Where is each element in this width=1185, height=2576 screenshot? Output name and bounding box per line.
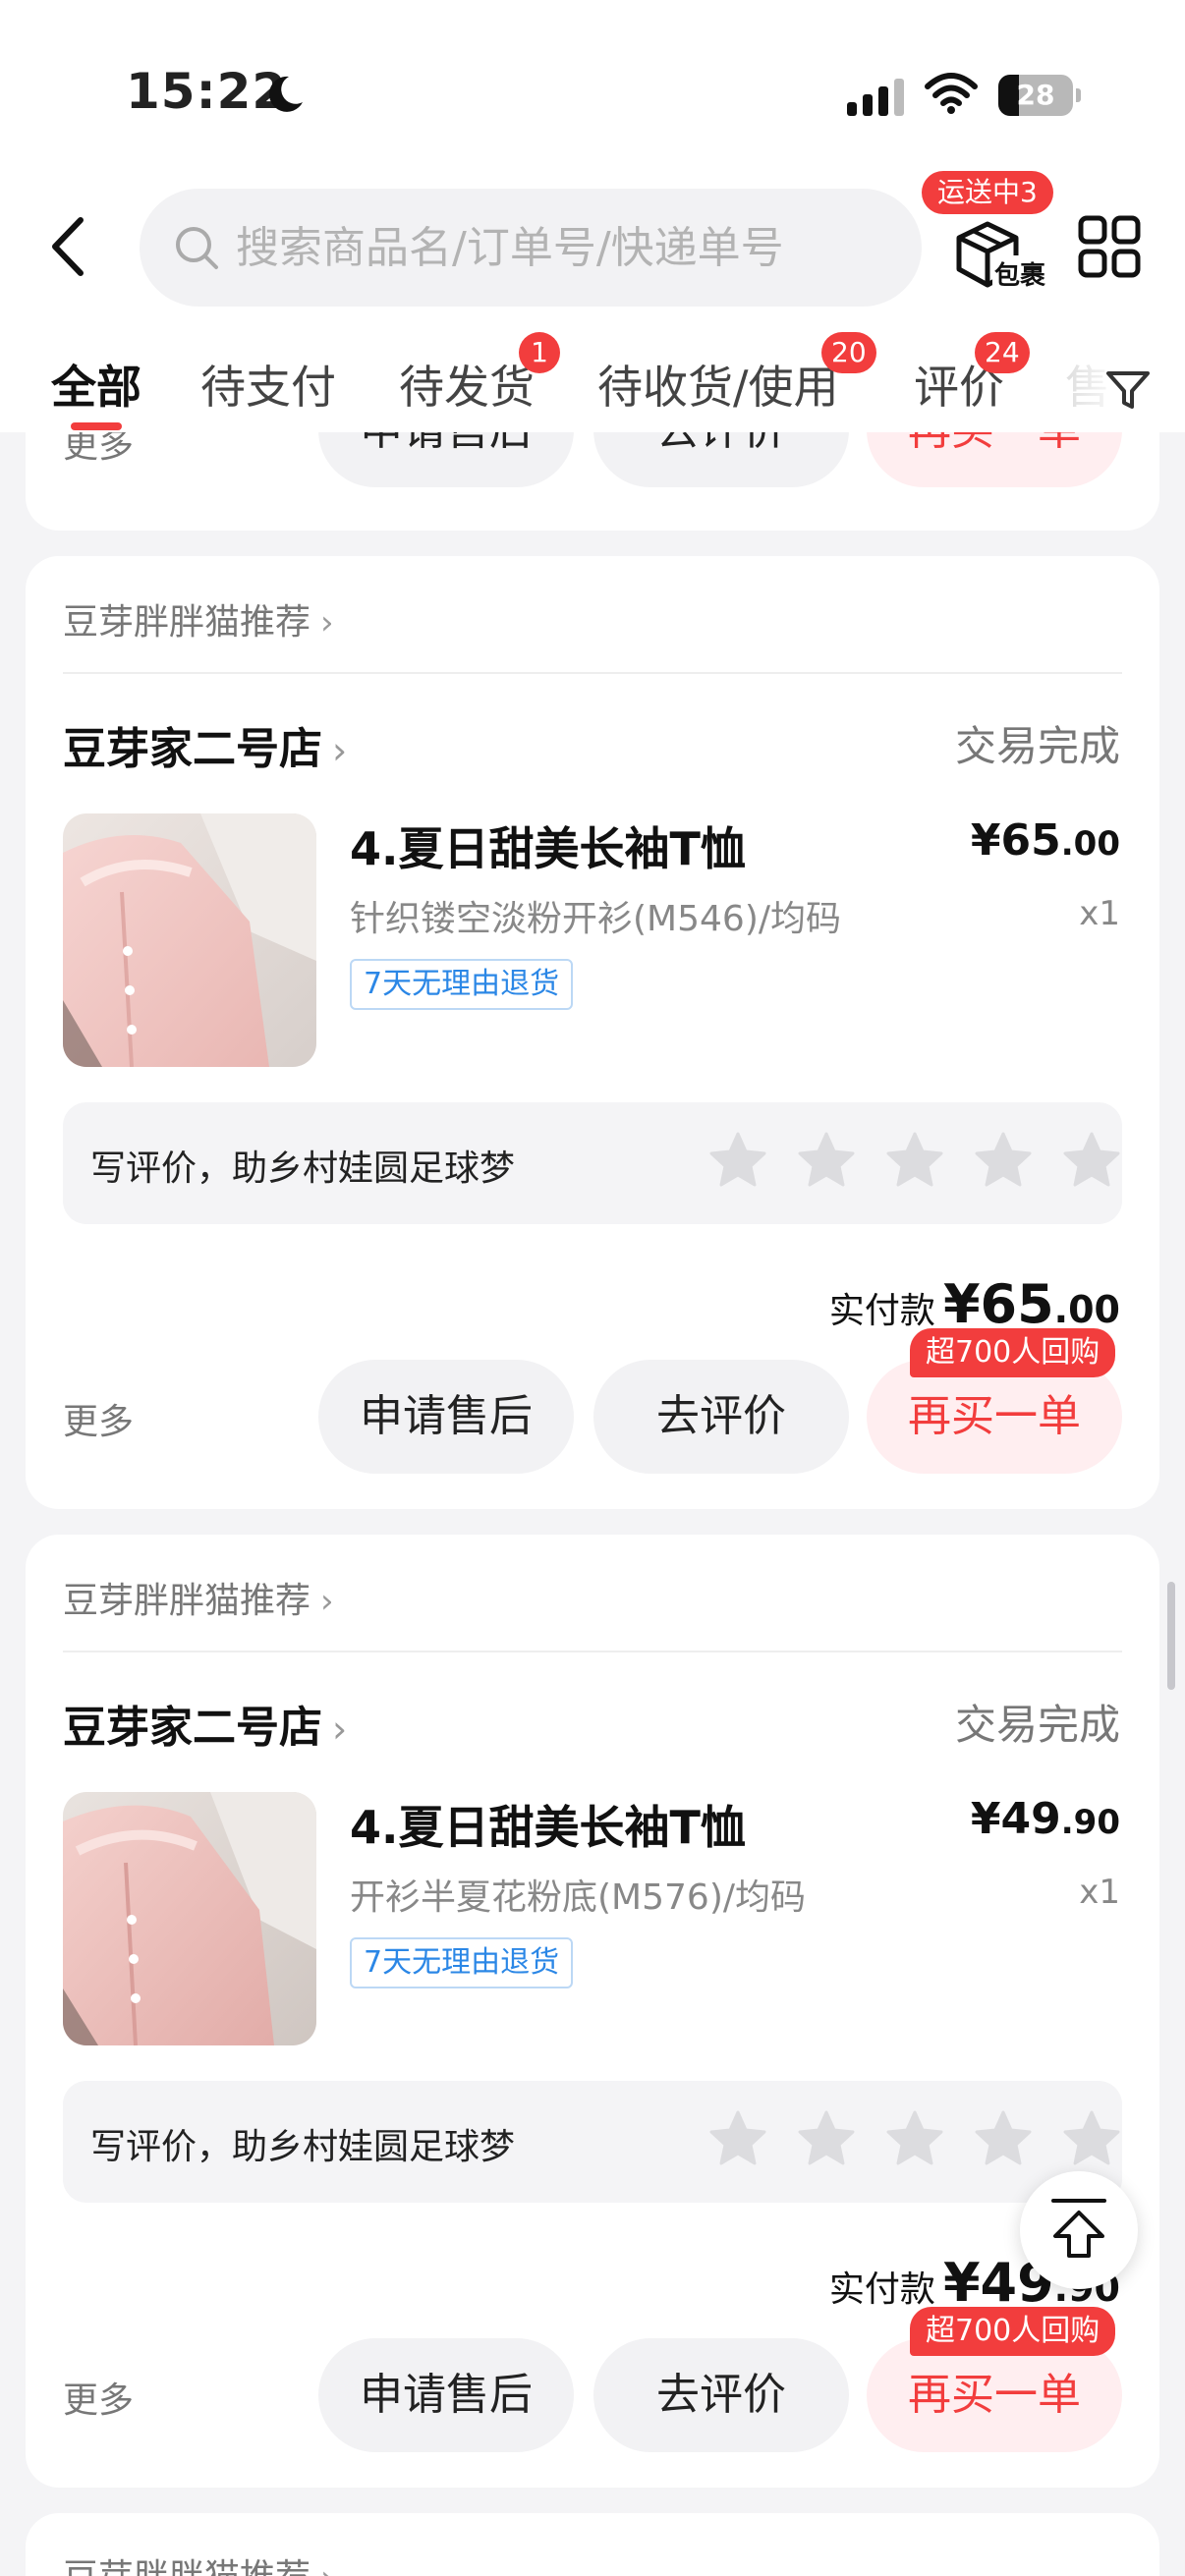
- tab-badge: 20: [821, 332, 876, 373]
- tab-badge: 1: [519, 332, 560, 373]
- star-icon[interactable]: [796, 1130, 857, 1191]
- shop-recommend-link[interactable]: 豆芽胖胖猫推荐›: [63, 593, 334, 644]
- apply-after-sale-button[interactable]: 申请售后: [318, 1360, 574, 1474]
- package-label: 包裹: [992, 255, 1047, 292]
- review-prompt-text: 写评价，助乡村娃圆足球梦: [90, 1148, 516, 1189]
- star-icon[interactable]: [707, 2108, 768, 2169]
- order-tabs: 全部 待支付 待发货 1 待收货/使用 20 评价 24 售: [0, 332, 1185, 432]
- order-card: 豆芽胖胖猫推荐 › 豆芽家二号店 › 交易完成 4.夏日甜美长袖T恤 针织镂空淡粉开…: [26, 556, 1159, 1509]
- search-icon: [176, 227, 218, 269]
- product-spec: 开衫半夏花粉底(M576)/均码: [350, 1877, 806, 1918]
- paid-label: 实付款: [828, 2269, 935, 2310]
- star-icon[interactable]: [707, 1130, 768, 1191]
- rebuy-count-badge: 超700人回购: [910, 2307, 1116, 2356]
- moon-icon: [268, 76, 303, 112]
- tab-badge: 24: [975, 332, 1030, 373]
- tab-active-indicator: [71, 422, 122, 430]
- grid-menu-icon[interactable]: [1077, 214, 1142, 279]
- wifi-icon: [925, 73, 978, 114]
- chevron-right-icon: ›: [332, 729, 348, 772]
- product-price: ¥65.00: [971, 815, 1120, 866]
- chevron-right-icon: ›: [332, 1708, 348, 1751]
- order-card-partial: 豆芽胖胖猫推荐 ›: [26, 2513, 1159, 2576]
- order-card: 豆芽胖胖猫推荐 › 豆芽家二号店 › 交易完成 4.夏日甜美长袖T恤 开衫半夏花粉底…: [26, 1535, 1159, 2488]
- scrollbar[interactable]: [1167, 1582, 1175, 1690]
- product-quantity: x1: [1079, 894, 1120, 933]
- store-name: 豆芽家二号店: [63, 1703, 322, 1753]
- star-icon[interactable]: [1061, 1130, 1122, 1191]
- search-bar[interactable]: [140, 189, 922, 307]
- return-policy-tag: 7天无理由退货: [350, 959, 574, 1010]
- product-spec: 针织镂空淡粉开衫(M546)/均码: [350, 899, 841, 939]
- review-prompt-text: 写评价，助乡村娃圆足球梦: [90, 2127, 516, 2167]
- chevron-right-icon: ›: [320, 1582, 334, 1621]
- star-icon[interactable]: [884, 1130, 945, 1191]
- star-icon[interactable]: [796, 2108, 857, 2169]
- review-prompt-box[interactable]: 写评价，助乡村娃圆足球梦: [63, 1102, 1122, 1224]
- product-quantity: x1: [1079, 1873, 1120, 1912]
- filter-icon[interactable]: [1104, 367, 1152, 413]
- paid-cents: .00: [1053, 1288, 1120, 1331]
- rebuy-count-badge: 超700人回购: [910, 1328, 1116, 1377]
- star-icon[interactable]: [973, 2108, 1034, 2169]
- battery-level: 28: [1016, 79, 1055, 111]
- product-name[interactable]: 4.夏日甜美长袖T恤: [350, 813, 746, 878]
- arrow-up-icon: [1051, 2199, 1106, 2258]
- more-link[interactable]: 更多: [63, 2372, 134, 2423]
- chevron-right-icon: ›: [320, 603, 334, 643]
- price-cents: .00: [1060, 824, 1120, 864]
- evaluate-button[interactable]: 去评价: [593, 1360, 849, 1474]
- product-image[interactable]: [63, 813, 316, 1067]
- product-price: ¥49.90: [971, 1794, 1120, 1844]
- order-status: 交易完成: [954, 1701, 1120, 1749]
- order-status: 交易完成: [954, 722, 1120, 770]
- package-button[interactable]: 包裹: [949, 212, 1047, 295]
- tab-all[interactable]: 全部: [51, 352, 141, 417]
- tab-pending-payment[interactable]: 待支付: [200, 352, 336, 417]
- chevron-right-icon: ›: [320, 2558, 334, 2576]
- star-icon[interactable]: [1061, 2108, 1122, 2169]
- apply-after-sale-button[interactable]: 申请售后: [318, 2338, 574, 2452]
- shop-recommend-link[interactable]: 豆芽胖胖猫推荐 ›: [63, 2548, 334, 2576]
- shipping-badge: 运送中3: [922, 171, 1053, 214]
- order-header: 包裹 运送中3 全部 待支付 待发货 1 待收货/使用 20 评价 24 售: [0, 171, 1185, 432]
- star-icon[interactable]: [973, 1130, 1034, 1191]
- divider: [63, 672, 1122, 674]
- more-link[interactable]: 更多: [63, 1393, 134, 1444]
- price-cents: .90: [1060, 1803, 1120, 1842]
- back-to-top-button[interactable]: [1020, 2171, 1138, 2289]
- cellular-signal-icon: [847, 77, 904, 116]
- back-icon[interactable]: [43, 212, 92, 281]
- product-name[interactable]: 4.夏日甜美长袖T恤: [350, 1792, 746, 1857]
- star-rating: [707, 2108, 1120, 2173]
- price-main: ¥65: [970, 815, 1061, 866]
- shop-recommend-link[interactable]: 豆芽胖胖猫推荐›: [63, 1572, 334, 1623]
- review-prompt-box[interactable]: 写评价，助乡村娃圆足球梦: [63, 2081, 1122, 2203]
- paid-label: 实付款: [828, 1291, 935, 1331]
- recommend-label: 豆芽胖胖猫推荐: [63, 1581, 311, 1621]
- evaluate-button[interactable]: 去评价: [593, 2338, 849, 2452]
- paid-amount: 实付款 ¥65.00: [829, 1273, 1120, 1335]
- battery-icon: 28: [998, 75, 1081, 116]
- product-image[interactable]: [63, 1792, 316, 2045]
- tab-pending-receipt[interactable]: 待收货/使用: [597, 352, 839, 417]
- store-name: 豆芽家二号店: [63, 724, 322, 774]
- return-policy-tag: 7天无理由退货: [350, 1937, 574, 1988]
- search-input[interactable]: [236, 222, 884, 273]
- divider: [63, 1651, 1122, 1652]
- status-bar: 15:22 28: [0, 0, 1185, 177]
- star-icon[interactable]: [884, 2108, 945, 2169]
- store-link[interactable]: 豆芽家二号店 ›: [63, 1692, 347, 1755]
- price-main: ¥49: [970, 1794, 1061, 1844]
- recommend-label: 豆芽胖胖猫推荐: [63, 2557, 310, 2576]
- tab-pending-shipment[interactable]: 待发货: [399, 352, 535, 417]
- star-rating: [707, 1130, 1120, 1195]
- paid-main: ¥65: [942, 1273, 1054, 1335]
- store-link[interactable]: 豆芽家二号店 ›: [63, 713, 347, 776]
- recommend-label: 豆芽胖胖猫推荐: [63, 602, 311, 643]
